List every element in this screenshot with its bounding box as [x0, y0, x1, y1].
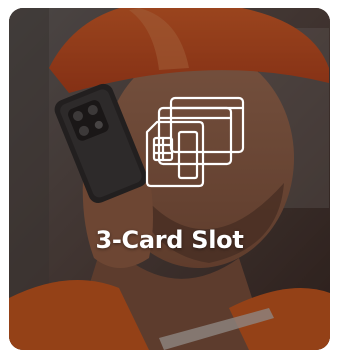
sim-cards-icon [145, 96, 245, 188]
feature-title: 3-Card Slot [95, 226, 244, 254]
feature-card: 3-Card Slot [9, 8, 330, 350]
